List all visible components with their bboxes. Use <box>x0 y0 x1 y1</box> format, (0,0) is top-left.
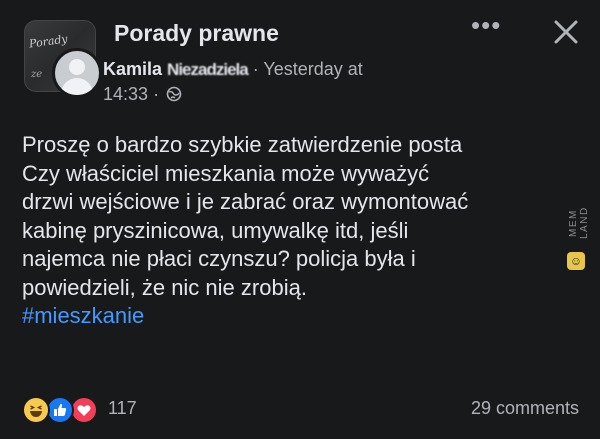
post-body: Proszę o bardzo szybkie zatwierdzenie po… <box>22 131 567 331</box>
post-body-line: Proszę o bardzo szybkie zatwierdzenie po… <box>22 132 463 157</box>
comments-count-link[interactable]: 29 comments <box>471 398 579 419</box>
like-reaction-icon <box>46 396 74 424</box>
post-body-line: najemca nie płaci czynszu? policja była … <box>22 246 416 271</box>
timestamp-part-2[interactable]: 14:33 <box>103 84 148 104</box>
group-avatar-text-2: ze <box>31 69 43 80</box>
avatar-body-shape <box>61 78 93 95</box>
author-first-name[interactable]: Kamila <box>103 59 162 79</box>
reactions-summary[interactable] <box>22 396 106 424</box>
close-icon[interactable] <box>552 18 580 46</box>
post-body-line: powiedzieli, że nic nie zrobią. <box>22 274 307 300</box>
post-body-line: drzwi wejściowe i je zabrać oraz wymonto… <box>22 189 469 214</box>
timestamp-part-1[interactable]: Yesterday at <box>263 59 362 79</box>
globe-icon <box>166 86 182 102</box>
post-footer: 117 29 comments <box>22 394 582 426</box>
author-surname-blurred[interactable]: Niezadziela <box>167 60 249 79</box>
love-reaction-icon <box>70 396 98 424</box>
reaction-count[interactable]: 117 <box>108 398 137 419</box>
time-line: 14:33 · <box>103 84 182 105</box>
post-card: Porady ze Porady prawne Kamila Niezadzie… <box>0 0 600 439</box>
more-options-button[interactable]: ••• <box>471 12 507 42</box>
user-avatar[interactable] <box>52 48 102 98</box>
group-name-link[interactable]: Porady prawne <box>114 20 279 47</box>
haha-reaction-icon <box>22 396 50 424</box>
post-body-line: Czy właściciel mieszkania może wyważyć <box>22 160 430 186</box>
watermark-text: MEM LAND <box>568 206 590 240</box>
smiley-icon: ☺ <box>567 252 585 270</box>
group-avatar-text: Porady <box>28 32 69 51</box>
separator: · <box>252 59 259 79</box>
post-header: Porady ze Porady prawne Kamila Niezadzie… <box>22 12 582 114</box>
post-body-line: kabinę pryszinicowa, umywalkę itd, jeśli <box>22 217 409 243</box>
avatar-head-shape <box>69 59 85 75</box>
hashtag-link[interactable]: #mieszkanie <box>22 302 567 331</box>
author-line: Kamila Niezadziela · Yesterday at <box>103 59 363 80</box>
separator-2: · <box>153 84 160 104</box>
watermark: MEM LAND ☺ <box>566 194 590 274</box>
